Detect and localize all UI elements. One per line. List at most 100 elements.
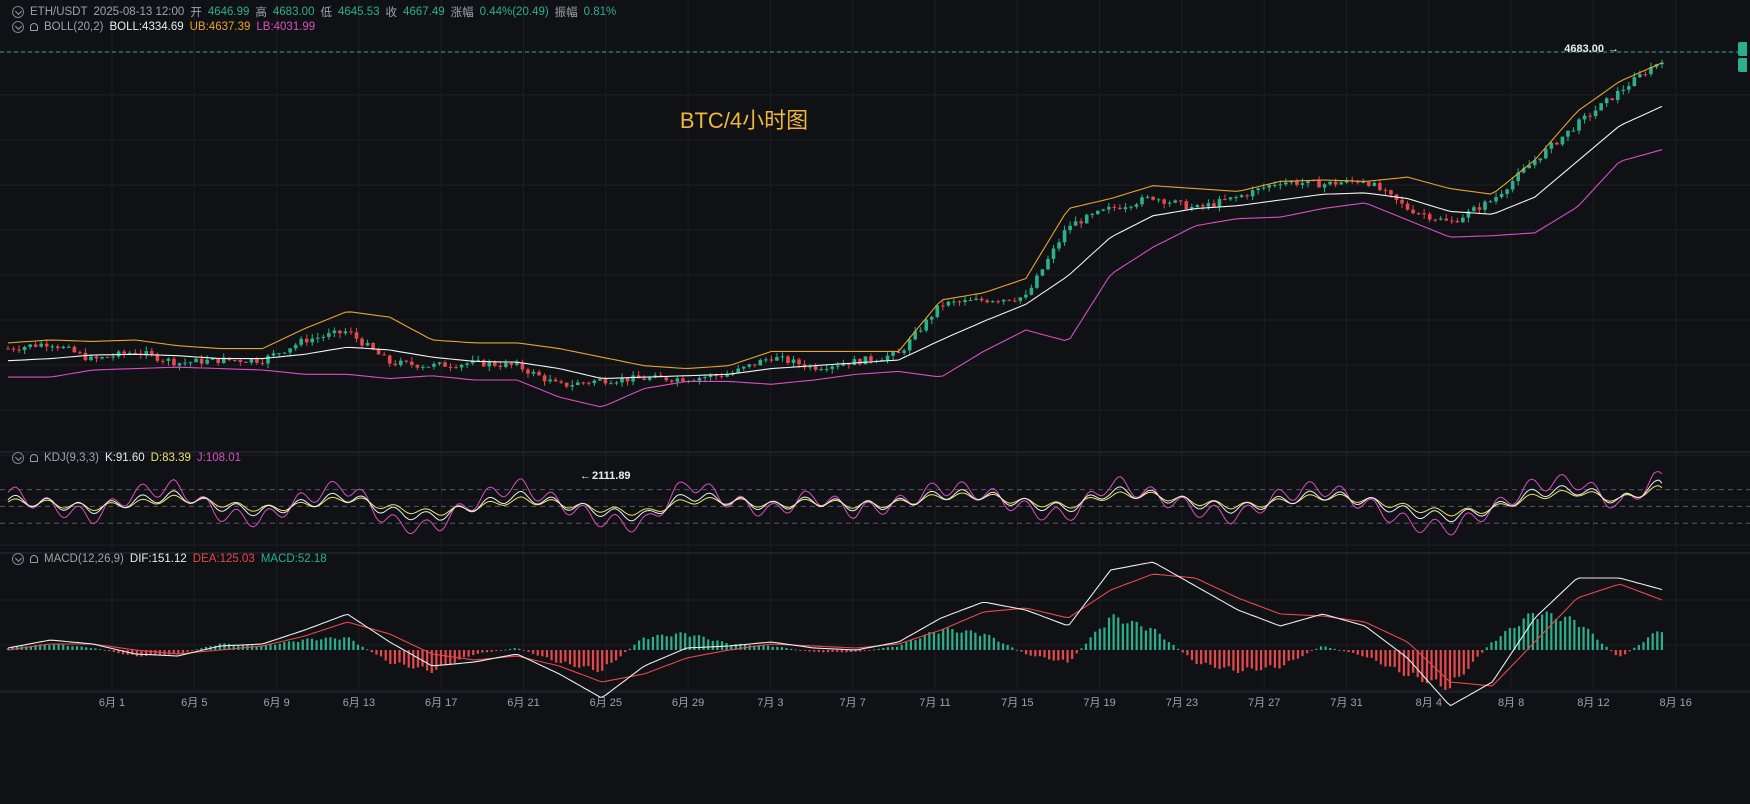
candle-body xyxy=(1012,300,1017,302)
grid xyxy=(0,0,1750,693)
macd-histogram-bar xyxy=(766,645,770,650)
candle-body xyxy=(725,374,729,377)
macd-histogram-bar xyxy=(297,641,300,650)
candle-body xyxy=(1129,206,1133,208)
candle-body xyxy=(50,346,55,348)
macd-histogram-bar xyxy=(711,640,714,650)
macd-histogram-bar xyxy=(324,637,327,650)
candle-body xyxy=(1079,221,1083,224)
macd-histogram-bar xyxy=(168,650,171,655)
macd-histogram-bar xyxy=(1269,650,1272,666)
collapse-icon[interactable] xyxy=(12,6,24,18)
x-tick-label: 6月 1 xyxy=(99,697,125,709)
macd-histogram-bar xyxy=(384,650,387,661)
candle-body xyxy=(542,375,547,382)
candle-body xyxy=(1477,207,1482,210)
macd-histogram-bar xyxy=(1163,639,1166,650)
collapse-icon[interactable] xyxy=(12,452,24,464)
macd-histogram-bar xyxy=(108,650,111,652)
macd-histogram-bar xyxy=(370,650,373,653)
macd-histogram-bar xyxy=(103,650,106,651)
macd-histogram-bar xyxy=(1379,650,1382,665)
candle-body xyxy=(33,344,38,347)
candle-body xyxy=(847,363,851,366)
boll-lb: LB:4031.99 xyxy=(256,21,316,33)
candle-body xyxy=(1571,130,1576,132)
macd-histogram-bar xyxy=(900,644,903,650)
candle-body xyxy=(144,351,149,355)
kdj-j: J:108.01 xyxy=(196,452,242,464)
candle-body xyxy=(415,364,420,368)
macd-histogram-bar xyxy=(1504,631,1507,650)
macd-histogram-bar xyxy=(817,650,820,653)
candle-body xyxy=(72,346,77,353)
alert-bell-icon[interactable] xyxy=(30,23,38,31)
high-value: 4683.00 xyxy=(272,6,315,18)
candle-body xyxy=(1483,201,1487,210)
macd-histogram-bar xyxy=(831,650,834,652)
candle-body xyxy=(824,368,829,370)
candle-body xyxy=(1228,197,1233,200)
symbol: ETH/USDT xyxy=(30,6,88,18)
low-value: 4645.53 xyxy=(337,6,380,18)
candle-body xyxy=(1212,203,1216,207)
candle-body xyxy=(1145,196,1150,198)
candle-body xyxy=(1322,184,1327,188)
candle-body xyxy=(1300,183,1305,185)
macd-histogram-bar xyxy=(1425,650,1429,684)
collapse-icon[interactable] xyxy=(12,553,24,565)
macd-histogram-bar xyxy=(863,650,866,651)
candle-body xyxy=(161,360,165,362)
macd-histogram-bar xyxy=(983,633,986,650)
alert-bell-icon[interactable] xyxy=(30,555,38,563)
macd-histogram-bar xyxy=(1356,650,1359,655)
candle-body xyxy=(299,338,303,345)
macd-histogram-bar xyxy=(467,650,470,657)
macd-histogram-bar xyxy=(790,648,793,650)
macd-header: MACD(12,26,9) DIF:151.12 DEA:125.03 MACD… xyxy=(12,553,327,565)
macd-histogram-bar xyxy=(1508,627,1511,650)
open-label: 开 xyxy=(190,7,202,19)
macd-histogram-bar xyxy=(785,647,788,650)
candle-body xyxy=(736,368,740,373)
candle-body xyxy=(1062,230,1067,243)
candle-body xyxy=(1184,201,1189,210)
macd-histogram-bar xyxy=(656,634,659,650)
macd-histogram-bar xyxy=(836,650,839,652)
candle-body xyxy=(752,364,757,366)
macd-histogram-bar xyxy=(62,644,65,650)
macd-histogram-bar xyxy=(1283,650,1286,666)
macd-histogram-bar xyxy=(1476,650,1479,657)
alert-bell-icon[interactable] xyxy=(30,454,38,462)
candle-body xyxy=(1046,258,1050,270)
macd-histogram-bar xyxy=(942,629,945,650)
candle-body xyxy=(531,371,536,374)
macd-histogram-bar xyxy=(674,633,678,650)
candle-body xyxy=(642,378,646,380)
macd-histogram-bar xyxy=(181,650,185,654)
candle-body xyxy=(199,358,204,364)
macd-histogram-bar xyxy=(320,639,323,650)
candle-body xyxy=(1095,210,1100,214)
candle-body xyxy=(1549,142,1554,149)
macd-histogram-bar xyxy=(1255,650,1258,671)
macd-histogram-bar xyxy=(716,640,719,650)
candle-body xyxy=(1544,148,1548,159)
candle-body xyxy=(1461,217,1465,223)
candle-body xyxy=(780,356,785,358)
candle-body xyxy=(670,380,674,382)
macd-histogram-bar xyxy=(375,650,378,655)
macd-histogram-bar xyxy=(1384,650,1387,667)
change-label: 涨幅 xyxy=(450,7,474,19)
x-tick-label: 8月 16 xyxy=(1659,697,1691,709)
candle-body xyxy=(1627,86,1631,90)
candle-body xyxy=(1333,181,1338,185)
macd-histogram-bar xyxy=(1011,647,1014,650)
candle-body xyxy=(481,359,486,367)
candle-body xyxy=(570,385,575,387)
x-tick-label: 6月 17 xyxy=(425,697,457,709)
collapse-icon[interactable] xyxy=(12,21,24,33)
chart-canvas[interactable]: 6月 1 6月 5 6月 9 6月 13 6月 17 6月 21 6月 25 6月 29 7月 … xyxy=(0,0,1750,799)
candle-body xyxy=(1372,182,1377,186)
macd-histogram-bar xyxy=(601,650,604,671)
